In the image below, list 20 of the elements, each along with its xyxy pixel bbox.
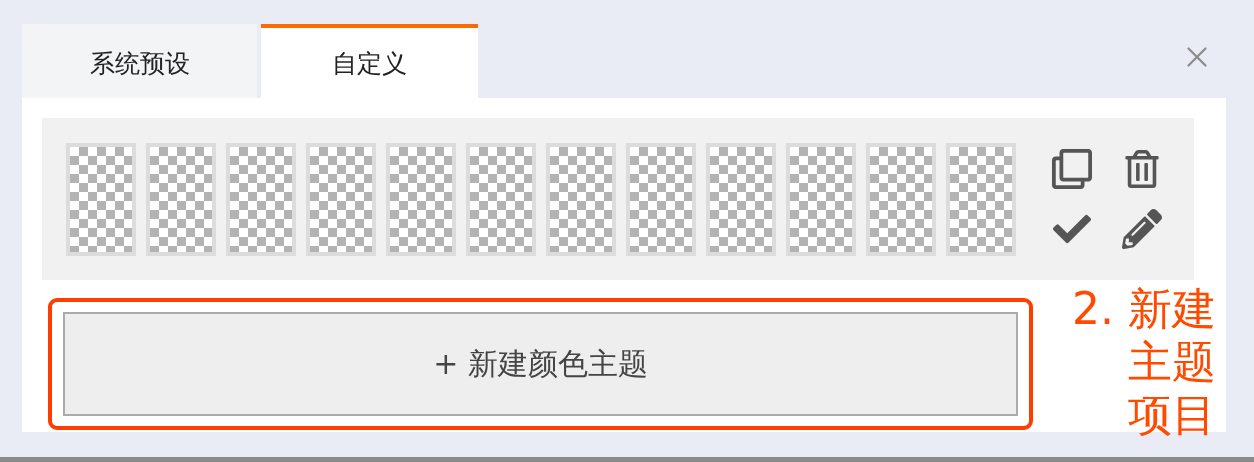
transparent-swatch[interactable] bbox=[786, 142, 856, 256]
transparent-swatch[interactable] bbox=[386, 142, 456, 256]
transparent-swatch[interactable] bbox=[706, 142, 776, 256]
annotation-text: 2. 新建 bbox=[1072, 282, 1216, 335]
transparent-swatch[interactable] bbox=[466, 142, 536, 256]
annotation-text: 项目 bbox=[1128, 388, 1216, 441]
transparent-swatch[interactable] bbox=[866, 142, 936, 256]
transparent-swatch[interactable] bbox=[546, 142, 616, 256]
transparent-swatch[interactable] bbox=[306, 142, 376, 256]
transparent-swatch[interactable] bbox=[626, 142, 696, 256]
transparent-swatch[interactable] bbox=[946, 142, 1016, 256]
tab[interactable]: 自定义 bbox=[261, 24, 478, 98]
pencil-icon[interactable] bbox=[1120, 207, 1164, 251]
copy-icon[interactable] bbox=[1050, 147, 1094, 191]
new-theme-button[interactable]: + 新建颜色主题 bbox=[63, 312, 1018, 416]
transparent-swatch[interactable] bbox=[146, 142, 216, 256]
transparent-swatch[interactable] bbox=[66, 142, 136, 256]
transparent-swatch[interactable] bbox=[226, 142, 296, 256]
tab[interactable]: 系统预设 bbox=[22, 24, 257, 98]
annotation-text: 主题 bbox=[1128, 335, 1216, 388]
